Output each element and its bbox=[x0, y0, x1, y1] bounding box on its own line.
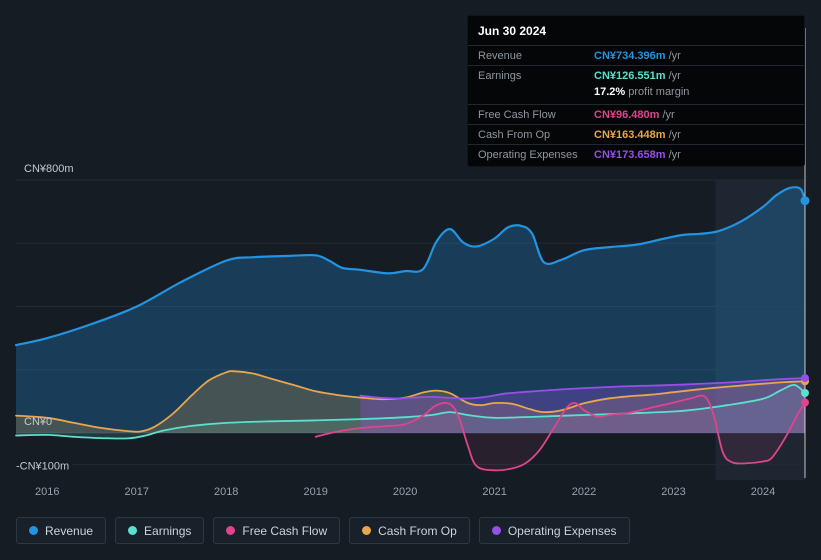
free-cash-flow-legend-dot bbox=[226, 526, 236, 535]
legend: Revenue Earnings Free Cash Flow Cash Fro… bbox=[16, 517, 630, 544]
profit-margin-text: profit margin bbox=[628, 86, 690, 98]
tooltip-row-revenue: Revenue CN¥734.396m /yr bbox=[468, 45, 804, 65]
tooltip-row-cash-from-op: Cash From Op CN¥163.448m /yr bbox=[468, 124, 804, 144]
profit-margin-value: 17.2% bbox=[594, 86, 626, 98]
operating-expenses-label: Operating Expenses bbox=[478, 149, 578, 161]
free-cash-flow-end-dot bbox=[801, 398, 809, 407]
operating-expenses-legend-label: Operating Expenses bbox=[507, 523, 617, 538]
free-cash-flow-label: Free Cash Flow bbox=[478, 109, 556, 121]
financials-chart-page: CN¥800m CN¥0 -CN¥100m 2016 2017 2018 2019 2020 2… bbox=[0, 0, 821, 560]
x-axis-label-2023: 2023 bbox=[661, 486, 685, 498]
x-axis-label-2022: 2022 bbox=[572, 486, 596, 498]
cash-from-op-label: Cash From Op bbox=[478, 129, 551, 141]
tooltip-row-free-cash-flow: Free Cash Flow CN¥96.480m /yr bbox=[468, 104, 804, 124]
free-cash-flow-legend-label: Free Cash Flow bbox=[242, 523, 328, 538]
tooltip-date: Jun 30 2024 bbox=[478, 24, 547, 38]
operating-expenses-legend-dot bbox=[491, 526, 501, 535]
legend-item-free-cash-flow[interactable]: Free Cash Flow bbox=[213, 517, 341, 544]
operating-expenses-value: CN¥173.658m /yr bbox=[594, 149, 681, 161]
x-axis-label-2017: 2017 bbox=[125, 486, 149, 498]
tooltip-row-earnings: Earnings CN¥126.551m /yr bbox=[468, 65, 804, 85]
legend-item-operating-expenses[interactable]: Operating Expenses bbox=[478, 517, 630, 544]
x-axis-label-2018: 2018 bbox=[214, 486, 238, 498]
revenue-label: Revenue bbox=[478, 50, 523, 62]
earnings-label: Earnings bbox=[478, 70, 522, 82]
free-cash-flow-value: CN¥96.480m /yr bbox=[594, 109, 675, 121]
tooltip-row-operating-expenses: Operating Expenses CN¥173.658m /yr bbox=[468, 144, 804, 164]
revenue-value: CN¥734.396m /yr bbox=[594, 50, 681, 62]
x-axis-label-2020: 2020 bbox=[393, 486, 417, 498]
earnings-value: CN¥126.551m /yr bbox=[594, 70, 681, 82]
y-axis-label-0: CN¥0 bbox=[24, 416, 52, 428]
legend-item-revenue[interactable]: Revenue bbox=[16, 517, 107, 544]
revenue-end-dot bbox=[800, 196, 810, 206]
x-axis-label-2024: 2024 bbox=[751, 486, 775, 498]
cash-from-op-legend-dot bbox=[362, 526, 372, 535]
revenue-legend-label: Revenue bbox=[45, 523, 94, 538]
earnings-end-dot bbox=[801, 389, 809, 397]
x-axis-label-2016: 2016 bbox=[35, 486, 59, 498]
operating-expenses-end-dot bbox=[801, 374, 809, 383]
legend-item-cash-from-op[interactable]: Cash From Op bbox=[349, 517, 470, 544]
x-axis-label-2021: 2021 bbox=[482, 486, 506, 498]
x-axis-label-2019: 2019 bbox=[303, 486, 327, 498]
tooltip: Jun 30 2024 Revenue CN¥734.396m /yr Earn… bbox=[467, 15, 805, 167]
cash-from-op-value: CN¥163.448m /yr bbox=[594, 129, 681, 141]
cash-from-op-legend-label: Cash From Op bbox=[378, 523, 457, 538]
revenue-legend-dot bbox=[29, 526, 38, 535]
y-axis-label-800: CN¥800m bbox=[24, 163, 74, 175]
earnings-legend-label: Earnings bbox=[144, 523, 192, 538]
profit-margin-row: 17.2% profit margin bbox=[468, 85, 804, 104]
y-axis-label--100: -CN¥100m bbox=[16, 461, 69, 473]
legend-item-earnings[interactable]: Earnings bbox=[115, 517, 205, 544]
earnings-legend-dot bbox=[128, 526, 138, 535]
